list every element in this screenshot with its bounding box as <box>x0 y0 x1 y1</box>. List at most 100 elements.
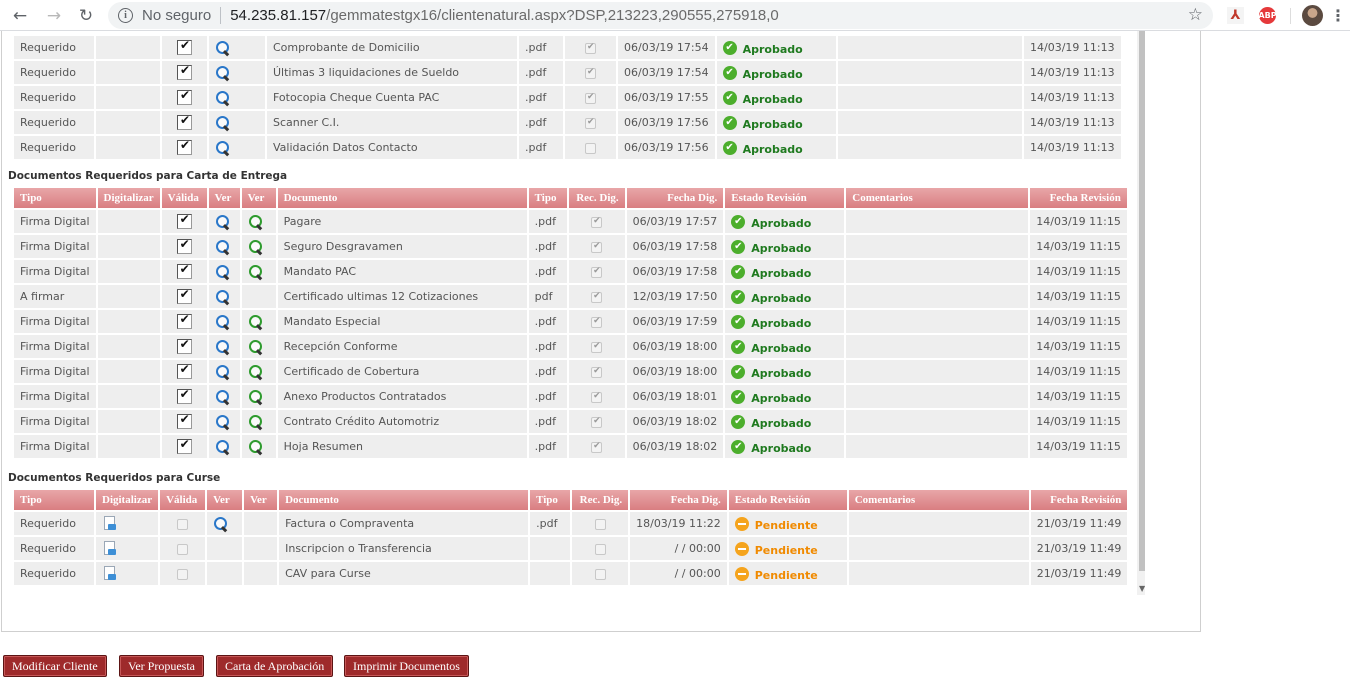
cell-rec-dig <box>565 136 616 159</box>
valid-checkbox[interactable] <box>176 413 192 429</box>
status-text: Pendiente <box>754 519 818 532</box>
valid-checkbox[interactable] <box>176 363 192 379</box>
cell-documento: CAV para Curse <box>279 562 529 585</box>
view-magnifier-icon[interactable] <box>215 314 231 330</box>
forward-arrow-icon[interactable]: → <box>42 4 66 28</box>
view-signed-magnifier-icon[interactable] <box>248 389 264 405</box>
view-magnifier-icon[interactable] <box>215 264 231 280</box>
fecha-dig-text: 06/03/19 17:55 <box>624 91 709 104</box>
table-row: Firma Digital Seguro Desgravamen .pdf 06/03… <box>14 235 1127 258</box>
valid-checkbox[interactable] <box>176 238 192 254</box>
view-signed-magnifier-icon[interactable] <box>248 339 264 355</box>
table-row: Firma Digital Mandato Especial .pdf 06/03/1… <box>14 310 1127 333</box>
url-host[interactable]: 54.235.81.157 <box>230 7 326 24</box>
cell-valida <box>160 537 206 560</box>
valid-checkbox[interactable] <box>177 64 192 80</box>
scan-upload-icon[interactable] <box>102 541 116 556</box>
scrollbar-thumb[interactable] <box>1139 31 1145 571</box>
cell-ver-firma <box>241 410 276 433</box>
view-signed-magnifier-icon[interactable] <box>248 264 264 280</box>
rec-dig-checkbox <box>591 366 603 378</box>
ver-propuesta-button[interactable]: Ver Propuesta <box>119 655 204 677</box>
documents-scroll-area[interactable]: Requerido Comprobante de Domicilio .pdf 06/… <box>8 31 1145 595</box>
view-magnifier-icon[interactable] <box>215 364 231 380</box>
approved-check-icon: ✔ <box>731 389 746 404</box>
imprimir-documentos-button[interactable]: Imprimir Documentos <box>344 655 469 677</box>
approved-check-icon: ✔ <box>731 439 746 454</box>
browser-menu-icon[interactable]: ⋮ <box>1330 6 1346 25</box>
back-arrow-icon[interactable]: ← <box>8 4 32 28</box>
status-text: Aprobado <box>742 118 803 131</box>
cell-documento: Hoja Resumen <box>277 435 527 458</box>
cell-fecha-revision: 14/03/19 11:15 <box>1030 360 1127 383</box>
fecha-revision-text: 14/03/19 11:15 <box>1036 315 1121 328</box>
status-cell: ✔ Aprobado <box>725 410 845 433</box>
document-name: Mandato Especial <box>283 315 381 328</box>
security-label[interactable]: No seguro <box>142 7 211 24</box>
view-magnifier-icon[interactable] <box>215 239 231 255</box>
profile-avatar[interactable] <box>1302 5 1323 26</box>
cell-comentarios <box>837 111 1022 134</box>
cell-comentarios <box>837 136 1022 159</box>
url-path[interactable]: /gemmatestgx16/clientenatural.aspx?DSP,2… <box>326 7 779 24</box>
scroll-down-arrow-icon[interactable]: ▼ <box>1139 584 1145 593</box>
adblock-extension-icon[interactable]: ABP <box>1258 7 1277 24</box>
valid-checkbox[interactable] <box>176 388 192 404</box>
view-magnifier-icon[interactable] <box>213 516 229 532</box>
valid-checkbox[interactable] <box>177 114 192 130</box>
vertical-scrollbar[interactable]: ▼ <box>1137 31 1145 595</box>
view-magnifier-icon[interactable] <box>215 214 231 230</box>
view-magnifier-icon[interactable] <box>215 90 231 106</box>
view-magnifier-icon[interactable] <box>215 115 231 131</box>
cell-comentarios <box>837 36 1022 59</box>
view-magnifier-icon[interactable] <box>215 339 231 355</box>
view-magnifier-icon[interactable] <box>215 439 231 455</box>
valid-checkbox[interactable] <box>176 438 192 454</box>
valid-checkbox[interactable] <box>177 139 192 155</box>
view-magnifier-icon[interactable] <box>215 65 231 81</box>
view-magnifier-icon[interactable] <box>215 389 231 405</box>
fecha-revision-text: 21/03/19 11:49 <box>1036 542 1122 555</box>
approved-check-icon: ✔ <box>731 314 746 329</box>
reload-icon[interactable]: ↻ <box>74 4 98 28</box>
fecha-revision-text: 14/03/19 11:15 <box>1036 290 1121 303</box>
carta-aprobacion-button[interactable]: Carta de Aprobación <box>216 655 334 677</box>
view-signed-magnifier-icon[interactable] <box>248 239 264 255</box>
pdf-extension-icon[interactable]: ⅄ <box>1227 7 1244 24</box>
fecha-dig-text: 06/03/19 17:58 <box>632 265 718 278</box>
valid-checkbox[interactable] <box>176 313 192 329</box>
view-signed-magnifier-icon[interactable] <box>248 439 264 455</box>
view-magnifier-icon[interactable] <box>215 40 231 56</box>
view-magnifier-icon[interactable] <box>215 289 231 305</box>
valid-checkbox[interactable] <box>176 213 192 229</box>
address-bar[interactable]: i No seguro 54.235.81.157/gemmatestgx16/… <box>108 2 1213 29</box>
valid-checkbox[interactable] <box>177 39 192 55</box>
view-magnifier-icon[interactable] <box>215 414 231 430</box>
cell-documento: Contrato Crédito Automotriz <box>277 410 527 433</box>
fecha-revision-text: 14/03/19 11:15 <box>1036 390 1121 403</box>
modificar-cliente-button[interactable]: Modificar Cliente <box>3 655 107 677</box>
view-signed-magnifier-icon[interactable] <box>248 414 264 430</box>
scan-upload-icon[interactable] <box>102 566 116 581</box>
valid-checkbox[interactable] <box>176 288 192 304</box>
valid-checkbox[interactable] <box>176 263 192 279</box>
cell-rec-dig <box>568 335 625 358</box>
view-signed-magnifier-icon[interactable] <box>248 364 264 380</box>
tipo-text: Firma Digital <box>20 215 90 228</box>
cell-tipo: Requerido <box>14 512 94 535</box>
bookmark-star-icon[interactable]: ☆ <box>1188 5 1203 25</box>
approved-check-icon: ✔ <box>731 339 746 354</box>
rec-dig-checkbox <box>585 67 596 79</box>
scan-upload-icon[interactable] <box>102 516 116 531</box>
valid-checkbox[interactable] <box>176 338 192 354</box>
info-icon[interactable]: i <box>118 8 133 23</box>
cell-rec-dig <box>568 260 625 283</box>
cell-ver <box>208 335 240 358</box>
view-magnifier-icon[interactable] <box>215 140 231 156</box>
cell-rec-dig <box>572 562 629 585</box>
col-ver: Ver <box>244 490 278 510</box>
view-signed-magnifier-icon[interactable] <box>248 314 264 330</box>
view-signed-magnifier-icon[interactable] <box>248 214 264 230</box>
valid-checkbox[interactable] <box>177 89 192 105</box>
table-row: Requerido Inscripcion o Transferencia / / … <box>14 537 1128 560</box>
